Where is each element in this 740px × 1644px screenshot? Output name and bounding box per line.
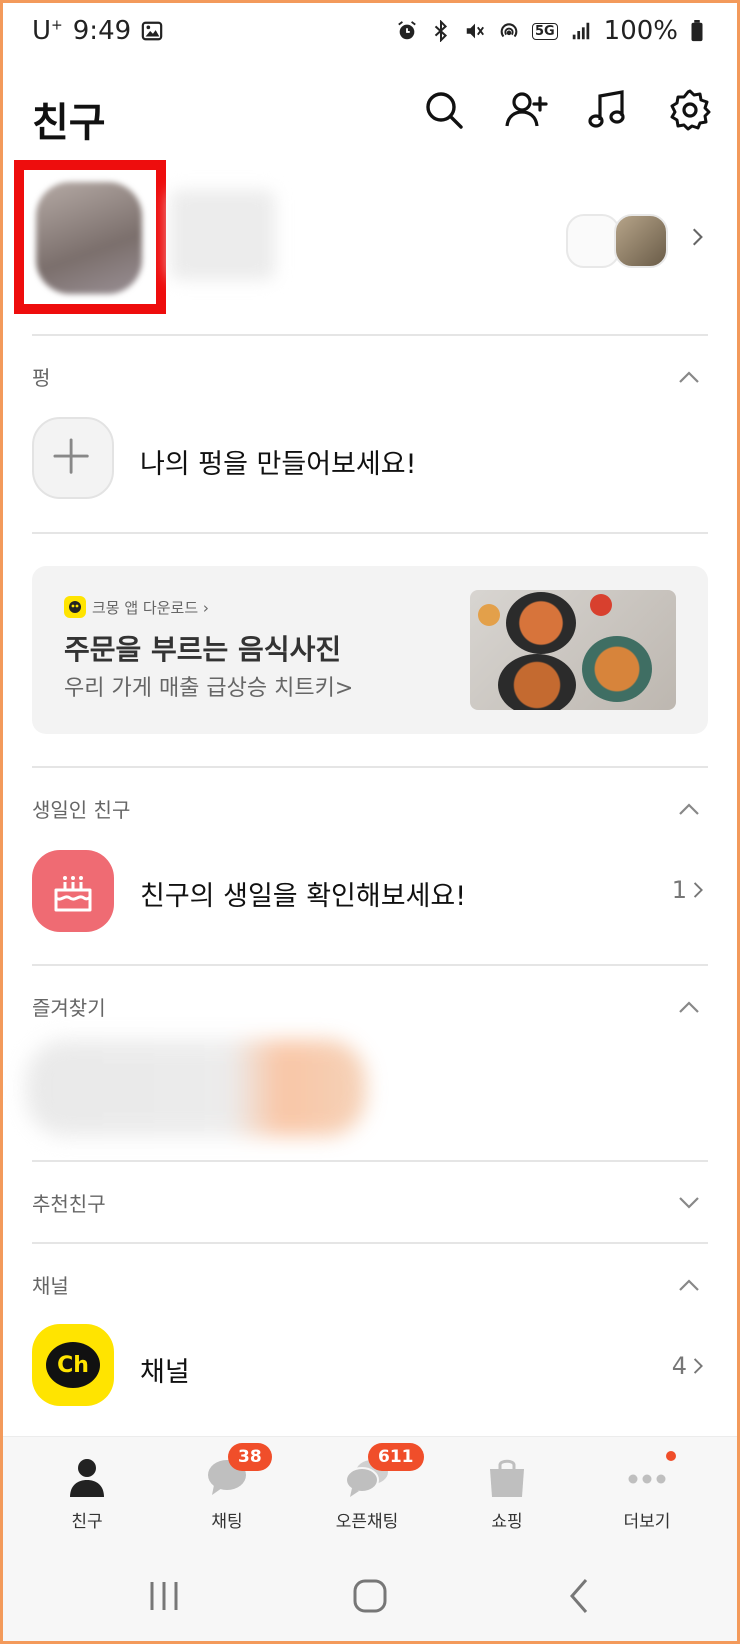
- birthday-count-value: 1: [671, 876, 687, 904]
- nav-label: 오픈채팅: [335, 1512, 399, 1532]
- ad-banner[interactable]: 크몽 앱 다운로드 › 주문을 부르는 음식사진 우리 가게 매출 급상승 치트…: [32, 566, 708, 734]
- channel-logo-text: Ch: [57, 1352, 89, 1378]
- section-label-favorites: 즐겨찾기: [32, 996, 106, 1020]
- cake-icon: [54, 876, 92, 912]
- profile-highlight-box: [14, 160, 166, 314]
- nav-label: 친구: [71, 1512, 103, 1532]
- ad-food-image: [470, 590, 676, 710]
- channel-logo[interactable]: Ch: [32, 1324, 114, 1406]
- gallery-icon: [141, 21, 163, 41]
- divider: [32, 766, 708, 768]
- hotspot-icon: [500, 23, 518, 38]
- mute-icon: [466, 23, 484, 39]
- header-actions: [422, 88, 712, 132]
- home-icon[interactable]: [350, 1576, 390, 1616]
- status-right: 5G 100%: [396, 16, 704, 46]
- page-title: 친구: [32, 100, 106, 146]
- mini-image-2: [614, 214, 668, 268]
- bottom-nav: 친구 38 채팅 611 오픈채팅 쇼핑 더보기: [0, 1436, 740, 1545]
- chat-badge: 38: [228, 1443, 272, 1471]
- ad-title: 주문을 부르는 음식사진: [64, 633, 342, 666]
- search-icon[interactable]: [422, 88, 466, 132]
- nav-tab-more[interactable]: 더보기: [577, 1451, 717, 1532]
- nav-tab-friends[interactable]: 친구: [17, 1455, 157, 1532]
- add-pung-button[interactable]: [32, 417, 114, 499]
- divider: [32, 532, 708, 534]
- mini-image-1: [566, 214, 620, 268]
- birthday-prompt-text[interactable]: 친구의 생일을 확인해보세요!: [140, 874, 466, 913]
- signal-icon: [572, 22, 589, 40]
- nav-label: 더보기: [623, 1512, 671, 1532]
- my-profile-row[interactable]: [0, 160, 740, 320]
- chevron-right-icon: [693, 882, 703, 898]
- clock: 9:49: [72, 16, 132, 46]
- settings-icon[interactable]: [668, 88, 712, 132]
- channel-bubble-icon: Ch: [46, 1342, 100, 1388]
- birthday-cake-badge[interactable]: [32, 850, 114, 932]
- network-type: 5G: [531, 22, 558, 40]
- chevron-right-icon: [692, 228, 703, 246]
- system-nav-bar: [0, 1544, 740, 1644]
- section-label-birthday: 생일인 친구: [32, 798, 131, 822]
- nav-tab-chats[interactable]: 38 채팅: [157, 1443, 297, 1532]
- section-label-recommended: 추천친구: [32, 1192, 106, 1216]
- plus-icon: [53, 438, 89, 474]
- chevron-right-icon: [693, 1358, 703, 1374]
- divider: [32, 1242, 708, 1244]
- back-icon[interactable]: [560, 1576, 600, 1616]
- status-left: U+ 9:49: [32, 16, 163, 46]
- chevron-up-icon[interactable]: [678, 370, 700, 384]
- kmong-logo-icon: [64, 596, 86, 618]
- alarm-icon: [398, 21, 416, 40]
- status-bar: U+ 9:49 5G 100%: [0, 0, 740, 70]
- divider: [32, 334, 708, 336]
- shopping-bag-icon: [490, 1459, 524, 1497]
- channel-text[interactable]: 채널: [140, 1350, 190, 1389]
- chevron-up-icon[interactable]: [678, 1278, 700, 1292]
- nav-label: 채팅: [211, 1512, 243, 1532]
- divider: [32, 964, 708, 966]
- open-chat-badge: 611: [368, 1443, 424, 1471]
- more-dots-icon: [628, 1474, 666, 1484]
- profile-mini-images: [566, 214, 668, 268]
- recent-apps-icon[interactable]: [144, 1576, 184, 1616]
- chevron-up-icon[interactable]: [678, 1000, 700, 1014]
- section-label-pung: 펑: [32, 366, 51, 390]
- channel-count[interactable]: 4: [672, 1352, 704, 1380]
- divider: [32, 1160, 708, 1162]
- add-friend-icon[interactable]: [504, 88, 548, 132]
- ad-subtitle: 우리 가게 매출 급상승 치트키>: [64, 676, 354, 701]
- birthday-count[interactable]: 1: [672, 876, 704, 904]
- app-header: 친구: [0, 80, 740, 160]
- chevron-up-icon[interactable]: [678, 802, 700, 816]
- favorite-friend-blurred[interactable]: [26, 1040, 366, 1136]
- avatar[interactable]: [36, 182, 142, 294]
- new-indicator-dot: [666, 1451, 676, 1461]
- profile-name-blurred: [170, 190, 275, 280]
- pung-prompt-text[interactable]: 나의 펑을 만들어보세요!: [140, 442, 416, 481]
- ad-tag-text: 크몽 앱 다운로드 ›: [92, 598, 209, 617]
- channel-count-value: 4: [671, 1352, 687, 1380]
- nav-tab-open-chats[interactable]: 611 오픈채팅: [297, 1443, 437, 1532]
- battery-percent: 100%: [603, 16, 678, 46]
- music-icon[interactable]: [586, 88, 630, 132]
- carrier: U+: [32, 16, 63, 46]
- section-label-channel: 채널: [32, 1274, 69, 1298]
- nav-label: 쇼핑: [491, 1512, 523, 1532]
- person-icon: [70, 1459, 104, 1497]
- ad-tag[interactable]: 크몽 앱 다운로드 ›: [64, 596, 209, 618]
- battery-icon: [691, 20, 703, 42]
- nav-tab-shopping[interactable]: 쇼핑: [437, 1455, 577, 1532]
- bluetooth-icon: [434, 20, 447, 42]
- chevron-down-icon[interactable]: [678, 1196, 700, 1210]
